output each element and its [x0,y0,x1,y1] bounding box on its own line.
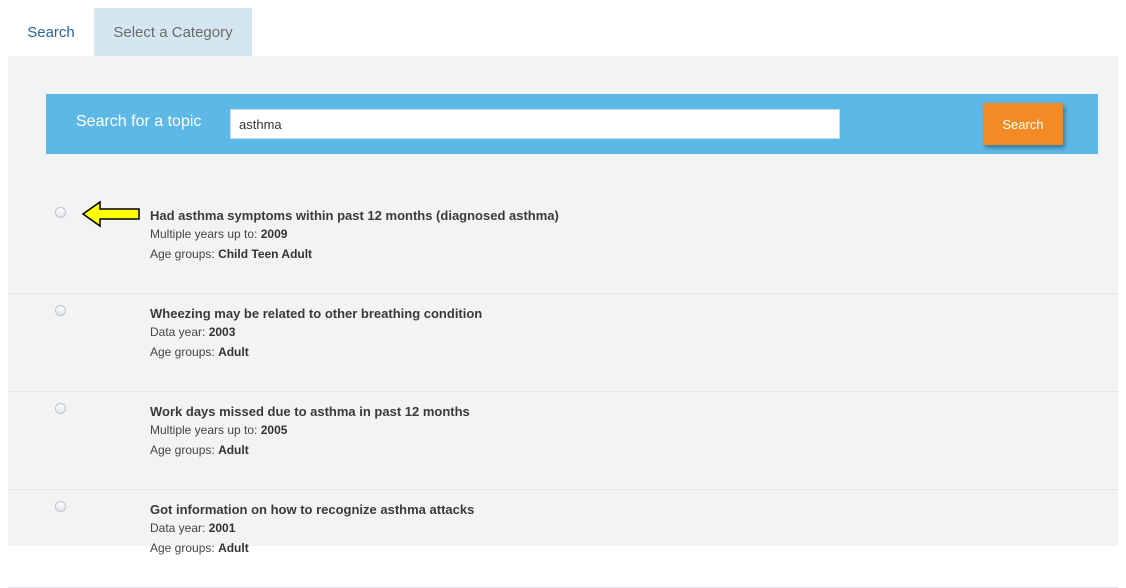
result-year: Multiple years up to: 2005 [150,423,288,437]
result-age-groups: Age groups: Adult [150,541,249,555]
tab-select-category[interactable]: Select a Category [94,8,252,56]
list-item: Work days missed due to asthma in past 1… [8,392,1118,490]
result-title[interactable]: Got information on how to recognize asth… [150,502,474,518]
result-age-groups: Age groups: Adult [150,345,249,359]
list-item: Had asthma symptoms within past 12 month… [8,196,1118,294]
result-age-groups: Age groups: Child Teen Adult [150,247,313,261]
search-input[interactable] [230,109,840,139]
result-year: Data year: 2003 [150,325,236,339]
tab-bar: Search Select a Category [8,8,252,56]
result-radio[interactable] [55,305,66,316]
result-title[interactable]: Wheezing may be related to other breathi… [150,306,482,322]
result-title[interactable]: Had asthma symptoms within past 12 month… [150,208,559,224]
list-item: Got information on how to recognize asth… [8,490,1118,588]
result-year: Data year: 2001 [150,521,236,535]
search-bar: Search for a topic Search [46,94,1098,154]
tab-search[interactable]: Search [8,8,94,56]
search-label: Search for a topic [76,113,202,130]
results-list: Had asthma symptoms within past 12 month… [8,196,1118,588]
result-title[interactable]: Work days missed due to asthma in past 1… [150,404,470,420]
result-radio[interactable] [55,403,66,414]
result-year: Multiple years up to: 2009 [150,227,288,241]
result-radio[interactable] [55,501,66,512]
search-button[interactable]: Search [983,103,1063,145]
arrow-left-icon [81,200,140,228]
result-radio[interactable] [55,207,66,218]
list-item: Wheezing may be related to other breathi… [8,294,1118,392]
result-age-groups: Age groups: Adult [150,443,249,457]
